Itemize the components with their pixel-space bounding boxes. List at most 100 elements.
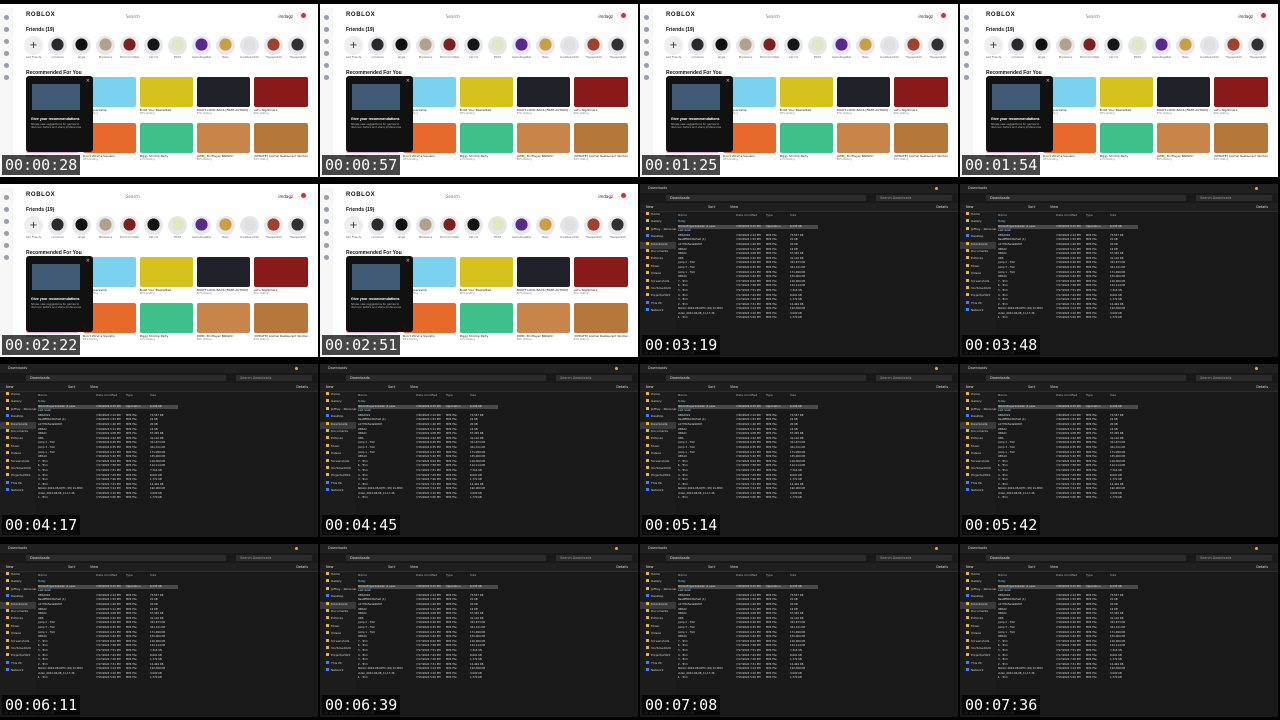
view-button[interactable]: View — [90, 565, 98, 569]
game-thumbnail[interactable] — [139, 303, 193, 333]
friend-avatar[interactable]: Jergel — [392, 36, 411, 62]
address-bar[interactable] — [26, 555, 226, 561]
friend-avatar[interactable]: FRIST — [1128, 36, 1147, 62]
column-header[interactable]: Date modified — [416, 573, 437, 577]
nav-item[interactable]: Documents — [0, 428, 36, 436]
new-button[interactable]: New — [6, 565, 13, 569]
view-button[interactable]: View — [1050, 385, 1058, 389]
column-header[interactable]: Name — [358, 393, 367, 397]
friend-avatar[interactable]: comhaniv — [368, 36, 387, 62]
nav-item[interactable]: Videos — [960, 631, 996, 638]
recommendations-popup[interactable]: × Give your recommendations Shows new su… — [346, 76, 413, 152]
nav-item[interactable]: Projects2021 — [960, 653, 996, 660]
friend-avatar[interactable]: FRIST — [488, 216, 507, 242]
roblox-search-input[interactable]: Search — [1086, 14, 1100, 19]
minimize-icon[interactable] — [615, 547, 618, 550]
nav-item[interactable]: This PC — [960, 300, 996, 308]
address-bar[interactable] — [666, 195, 866, 201]
friend-avatar[interactable]: GameDogsBizz — [192, 36, 211, 62]
friend-avatar[interactable]: GameDogsBizz — [512, 216, 531, 242]
game-thumbnail[interactable] — [196, 77, 250, 107]
nav-item[interactable]: Jeffrey - Personal — [640, 406, 676, 414]
game-thumbnail[interactable] — [516, 77, 570, 107]
recommendations-popup[interactable]: × Give your recommendations Shows new su… — [346, 256, 413, 332]
friend-avatar[interactable]: FRIST — [488, 36, 507, 62]
friend-avatar[interactable]: FRIST — [168, 36, 187, 62]
address-bar[interactable] — [346, 375, 546, 381]
address-bar[interactable] — [26, 375, 226, 381]
game-thumbnail[interactable] — [1156, 123, 1210, 153]
column-header[interactable]: Name — [38, 573, 47, 577]
minimize-icon[interactable] — [1255, 367, 1258, 370]
roblox-search-input[interactable]: Search — [126, 194, 140, 199]
file-row[interactable]: 1 - Trim 7/15/2024 5:00 PM MP4 File 1,770 K… — [678, 496, 818, 501]
details-button[interactable]: Details — [1256, 565, 1268, 569]
friend-avatar[interactable]: + Add Friends — [664, 36, 683, 62]
friends-heading[interactable]: Friends (19) — [26, 207, 54, 213]
roblox-search-input[interactable]: Search — [446, 194, 460, 199]
friend-avatar[interactable]: Cat Ink — [784, 36, 803, 62]
nav-item[interactable]: Home — [960, 212, 996, 219]
game-thumbnail[interactable] — [1099, 123, 1153, 153]
nav-item[interactable]: Network — [0, 668, 36, 675]
column-header[interactable]: Size — [1110, 393, 1116, 397]
friend-avatar[interactable]: Jergel — [392, 216, 411, 242]
file-row[interactable]: 1 - Trim 7/15/2024 5:00 PM MP4 File 1,770 K… — [678, 676, 818, 681]
nav-item[interactable]: Music — [640, 623, 676, 631]
friend-avatar[interactable]: BorkCommWar — [440, 216, 459, 242]
column-header[interactable]: Type — [446, 573, 453, 577]
nav-item[interactable]: Music — [640, 263, 676, 271]
details-button[interactable]: Details — [936, 565, 948, 569]
column-header[interactable]: Size — [470, 393, 476, 397]
nav-item[interactable]: This PC — [960, 480, 996, 488]
column-header[interactable]: Name — [998, 393, 1007, 397]
nav-item[interactable]: Music — [320, 623, 356, 631]
file-row[interactable]: 1 - Trim 7/15/2024 5:00 PM MP4 File 1,770 K… — [998, 676, 1138, 681]
nav-item[interactable]: Jeffrey - Personal — [960, 586, 996, 594]
friend-avatar[interactable]: BorkCommWar — [120, 36, 139, 62]
game-thumbnail[interactable] — [893, 123, 948, 153]
game-thumbnail[interactable] — [459, 123, 513, 153]
game-thumbnail[interactable] — [779, 123, 833, 153]
game-thumbnail[interactable] — [573, 123, 628, 153]
file-row[interactable]: 1 - Trim 7/15/2024 5:00 PM MP4 File 1,770 K… — [678, 316, 818, 321]
friend-avatar[interactable]: DarkRain2010 — [880, 36, 899, 62]
nav-item[interactable]: Music — [0, 623, 36, 631]
friend-avatar[interactable]: Blankzeus — [96, 216, 115, 242]
nav-item[interactable]: Downloads — [0, 421, 36, 429]
nav-item[interactable]: Desktop — [0, 594, 36, 601]
nav-item[interactable]: Music — [0, 443, 36, 451]
friend-avatar[interactable]: Baby — [216, 36, 235, 62]
friend-avatar[interactable]: TheApp2016 — [288, 216, 307, 242]
nav-item[interactable]: Desktop — [960, 594, 996, 601]
friend-avatar[interactable]: comhaniv — [1008, 36, 1027, 62]
nav-item[interactable]: Music — [640, 443, 676, 451]
sort-button[interactable]: Sort — [1028, 205, 1035, 209]
nav-item[interactable]: Projects2021 — [960, 293, 996, 300]
minimize-icon[interactable] — [935, 367, 938, 370]
friend-avatar[interactable]: Blankzeus — [416, 36, 435, 62]
nav-item[interactable]: Projects2021 — [640, 293, 676, 300]
minimize-icon[interactable] — [615, 367, 618, 370]
nav-item[interactable]: Jeffrey - Personal — [0, 406, 36, 414]
column-header[interactable]: Name — [998, 573, 1007, 577]
column-header[interactable]: Name — [678, 393, 687, 397]
nav-item[interactable]: Videos — [0, 451, 36, 458]
friend-avatar[interactable]: Cat Ink — [144, 36, 163, 62]
view-button[interactable]: View — [410, 385, 418, 389]
notification-bell-icon[interactable] — [621, 193, 626, 198]
roblox-logo[interactable]: ROBLOX — [666, 12, 695, 18]
file-row[interactable]: 1 - Trim 7/15/2024 5:00 PM MP4 File 1,770 K… — [38, 676, 178, 681]
nav-item[interactable]: Pictures — [960, 436, 996, 443]
column-header[interactable]: Date modified — [96, 393, 117, 397]
column-header[interactable]: Size — [1110, 213, 1116, 217]
nav-item[interactable]: Pictures — [960, 616, 996, 623]
nav-item[interactable]: Network — [640, 488, 676, 495]
nav-item[interactable]: Projects2021 — [320, 473, 356, 480]
sort-button[interactable]: Sort — [1028, 385, 1035, 389]
friends-heading[interactable]: Friends (19) — [346, 207, 374, 213]
game-thumbnail[interactable] — [139, 257, 193, 287]
column-header[interactable]: Name — [678, 573, 687, 577]
file-row[interactable]: 1 - Trim 7/15/2024 5:00 PM MP4 File 1,770 K… — [358, 676, 498, 681]
friend-avatar[interactable]: GameDogsBizz — [512, 36, 531, 62]
